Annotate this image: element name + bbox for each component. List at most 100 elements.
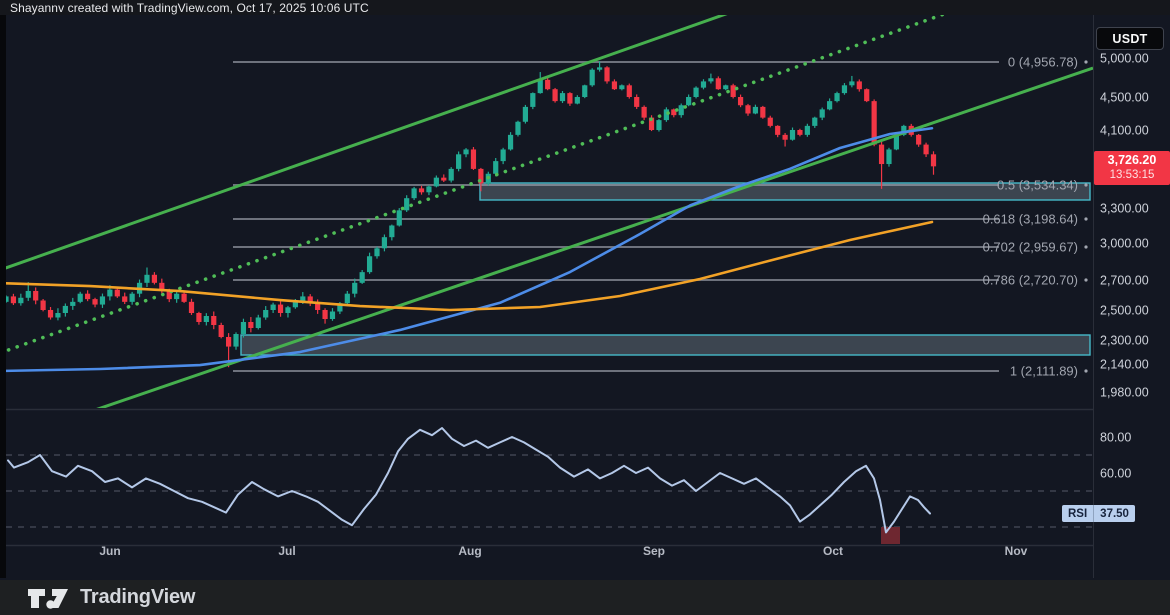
candle-body xyxy=(360,272,365,283)
candle-body xyxy=(538,80,543,93)
candle-body xyxy=(382,237,387,248)
candle-body xyxy=(931,154,936,166)
candle-body xyxy=(708,78,713,81)
candlestick-series[interactable] xyxy=(3,61,936,367)
candle-body xyxy=(374,248,379,256)
candle-body xyxy=(627,85,632,97)
candle-body xyxy=(493,161,498,174)
dotted-trendline[interactable] xyxy=(0,9,958,353)
candle-body xyxy=(115,290,120,297)
price-axis[interactable]: 5,000.004,500.004,100.003,300.003,000.00… xyxy=(1100,52,1149,481)
candle-body xyxy=(604,67,609,81)
candle-body xyxy=(130,294,135,302)
candle-body xyxy=(560,93,565,101)
candle-body xyxy=(63,306,68,313)
candle-body xyxy=(278,305,283,313)
candle-body xyxy=(219,325,224,337)
candle-body xyxy=(174,294,179,299)
candle-body xyxy=(545,80,550,89)
candle-body xyxy=(731,85,736,97)
rsi-line xyxy=(8,428,930,532)
fib-level-label: 1 (2,111.89) xyxy=(1010,364,1078,379)
candle-body xyxy=(812,118,817,126)
candle-body xyxy=(78,294,83,302)
channel-upper-trendline[interactable] xyxy=(0,9,740,270)
candle-body xyxy=(271,305,276,310)
candle-body xyxy=(842,85,847,93)
fib-label-bullet xyxy=(1084,245,1087,248)
candle-body xyxy=(738,97,743,105)
candle-body xyxy=(434,178,439,187)
bar-countdown: 13:53:15 xyxy=(1110,168,1155,183)
price-axis-label: 2,140.00 xyxy=(1100,358,1149,372)
candle-body xyxy=(760,107,765,118)
price-axis-label: 4,500.00 xyxy=(1100,91,1149,105)
rsi-value: 37.50 xyxy=(1094,505,1135,522)
candle-body xyxy=(768,118,773,126)
rsi-marker-box xyxy=(881,527,900,544)
rsi-axis-label: 80.00 xyxy=(1100,431,1131,445)
candle-body xyxy=(797,130,802,135)
candle-body xyxy=(85,294,90,299)
quote-currency-label: USDT xyxy=(1112,32,1147,46)
chart-canvas[interactable]: 0 (4,956.78)0.5 (3,534.34)0.618 (3,198.6… xyxy=(0,0,1170,580)
candle-body xyxy=(775,126,780,135)
candle-body xyxy=(389,226,394,238)
main-pane[interactable] xyxy=(0,9,1093,410)
rsi-pane[interactable] xyxy=(6,428,1093,544)
candle-body xyxy=(916,135,921,145)
candle-body xyxy=(367,256,372,272)
candle-body xyxy=(330,312,335,320)
candle-body xyxy=(449,169,454,181)
candle-body xyxy=(226,337,231,347)
candle-body xyxy=(597,67,602,69)
candle-body xyxy=(463,149,468,154)
candle-body xyxy=(352,283,357,294)
candle-body xyxy=(248,322,253,328)
candle-body xyxy=(745,105,750,113)
quote-currency-chip[interactable]: USDT xyxy=(1096,27,1164,50)
candle-body xyxy=(753,107,758,114)
candle-body xyxy=(834,93,839,101)
fib-label-bullet xyxy=(1084,369,1087,372)
price-axis-label: 2,500.00 xyxy=(1100,304,1149,318)
fib-label-bullet xyxy=(1084,183,1087,186)
month-label-jul: Jul xyxy=(278,544,295,558)
candle-body xyxy=(107,290,112,297)
candle-body xyxy=(11,296,16,303)
fib-label-bullet xyxy=(1084,278,1087,281)
candle-body xyxy=(582,85,587,97)
candle-body xyxy=(322,310,327,319)
candle-body xyxy=(412,188,417,198)
candle-body xyxy=(419,188,424,192)
candle-body xyxy=(634,97,639,107)
candle-body xyxy=(241,322,246,334)
candle-body xyxy=(656,120,661,130)
candle-body xyxy=(716,78,721,89)
rsi-value-badge[interactable]: RSI 37.50 xyxy=(1062,505,1135,522)
candle-body xyxy=(196,313,201,322)
month-label-sep: Sep xyxy=(643,544,665,558)
rsi-axis-label: 60.00 xyxy=(1100,467,1131,481)
price-axis-label: 4,100.00 xyxy=(1100,124,1149,138)
candle-body xyxy=(92,299,97,304)
candle-body xyxy=(530,93,535,107)
tradingview-chart-window: Shayannv created with TradingView.com, O… xyxy=(0,0,1170,615)
candle-body xyxy=(100,296,105,304)
candle-body xyxy=(508,135,513,150)
tradingview-logo-text: TradingView xyxy=(80,586,195,609)
candle-body xyxy=(33,291,38,301)
candle-body xyxy=(590,70,595,86)
candle-body xyxy=(233,334,238,347)
candle-body xyxy=(864,89,869,101)
fib-level-label: 0.702 (2,959.67) xyxy=(983,240,1078,255)
candle-body xyxy=(790,130,795,140)
month-label-nov: Nov xyxy=(1005,544,1028,558)
candle-body xyxy=(805,126,810,135)
candle-body xyxy=(820,109,825,117)
candle-body xyxy=(18,298,23,303)
candle-body xyxy=(48,310,53,318)
candle-body xyxy=(41,300,46,310)
candle-body xyxy=(857,81,862,89)
candle-body xyxy=(263,310,268,318)
